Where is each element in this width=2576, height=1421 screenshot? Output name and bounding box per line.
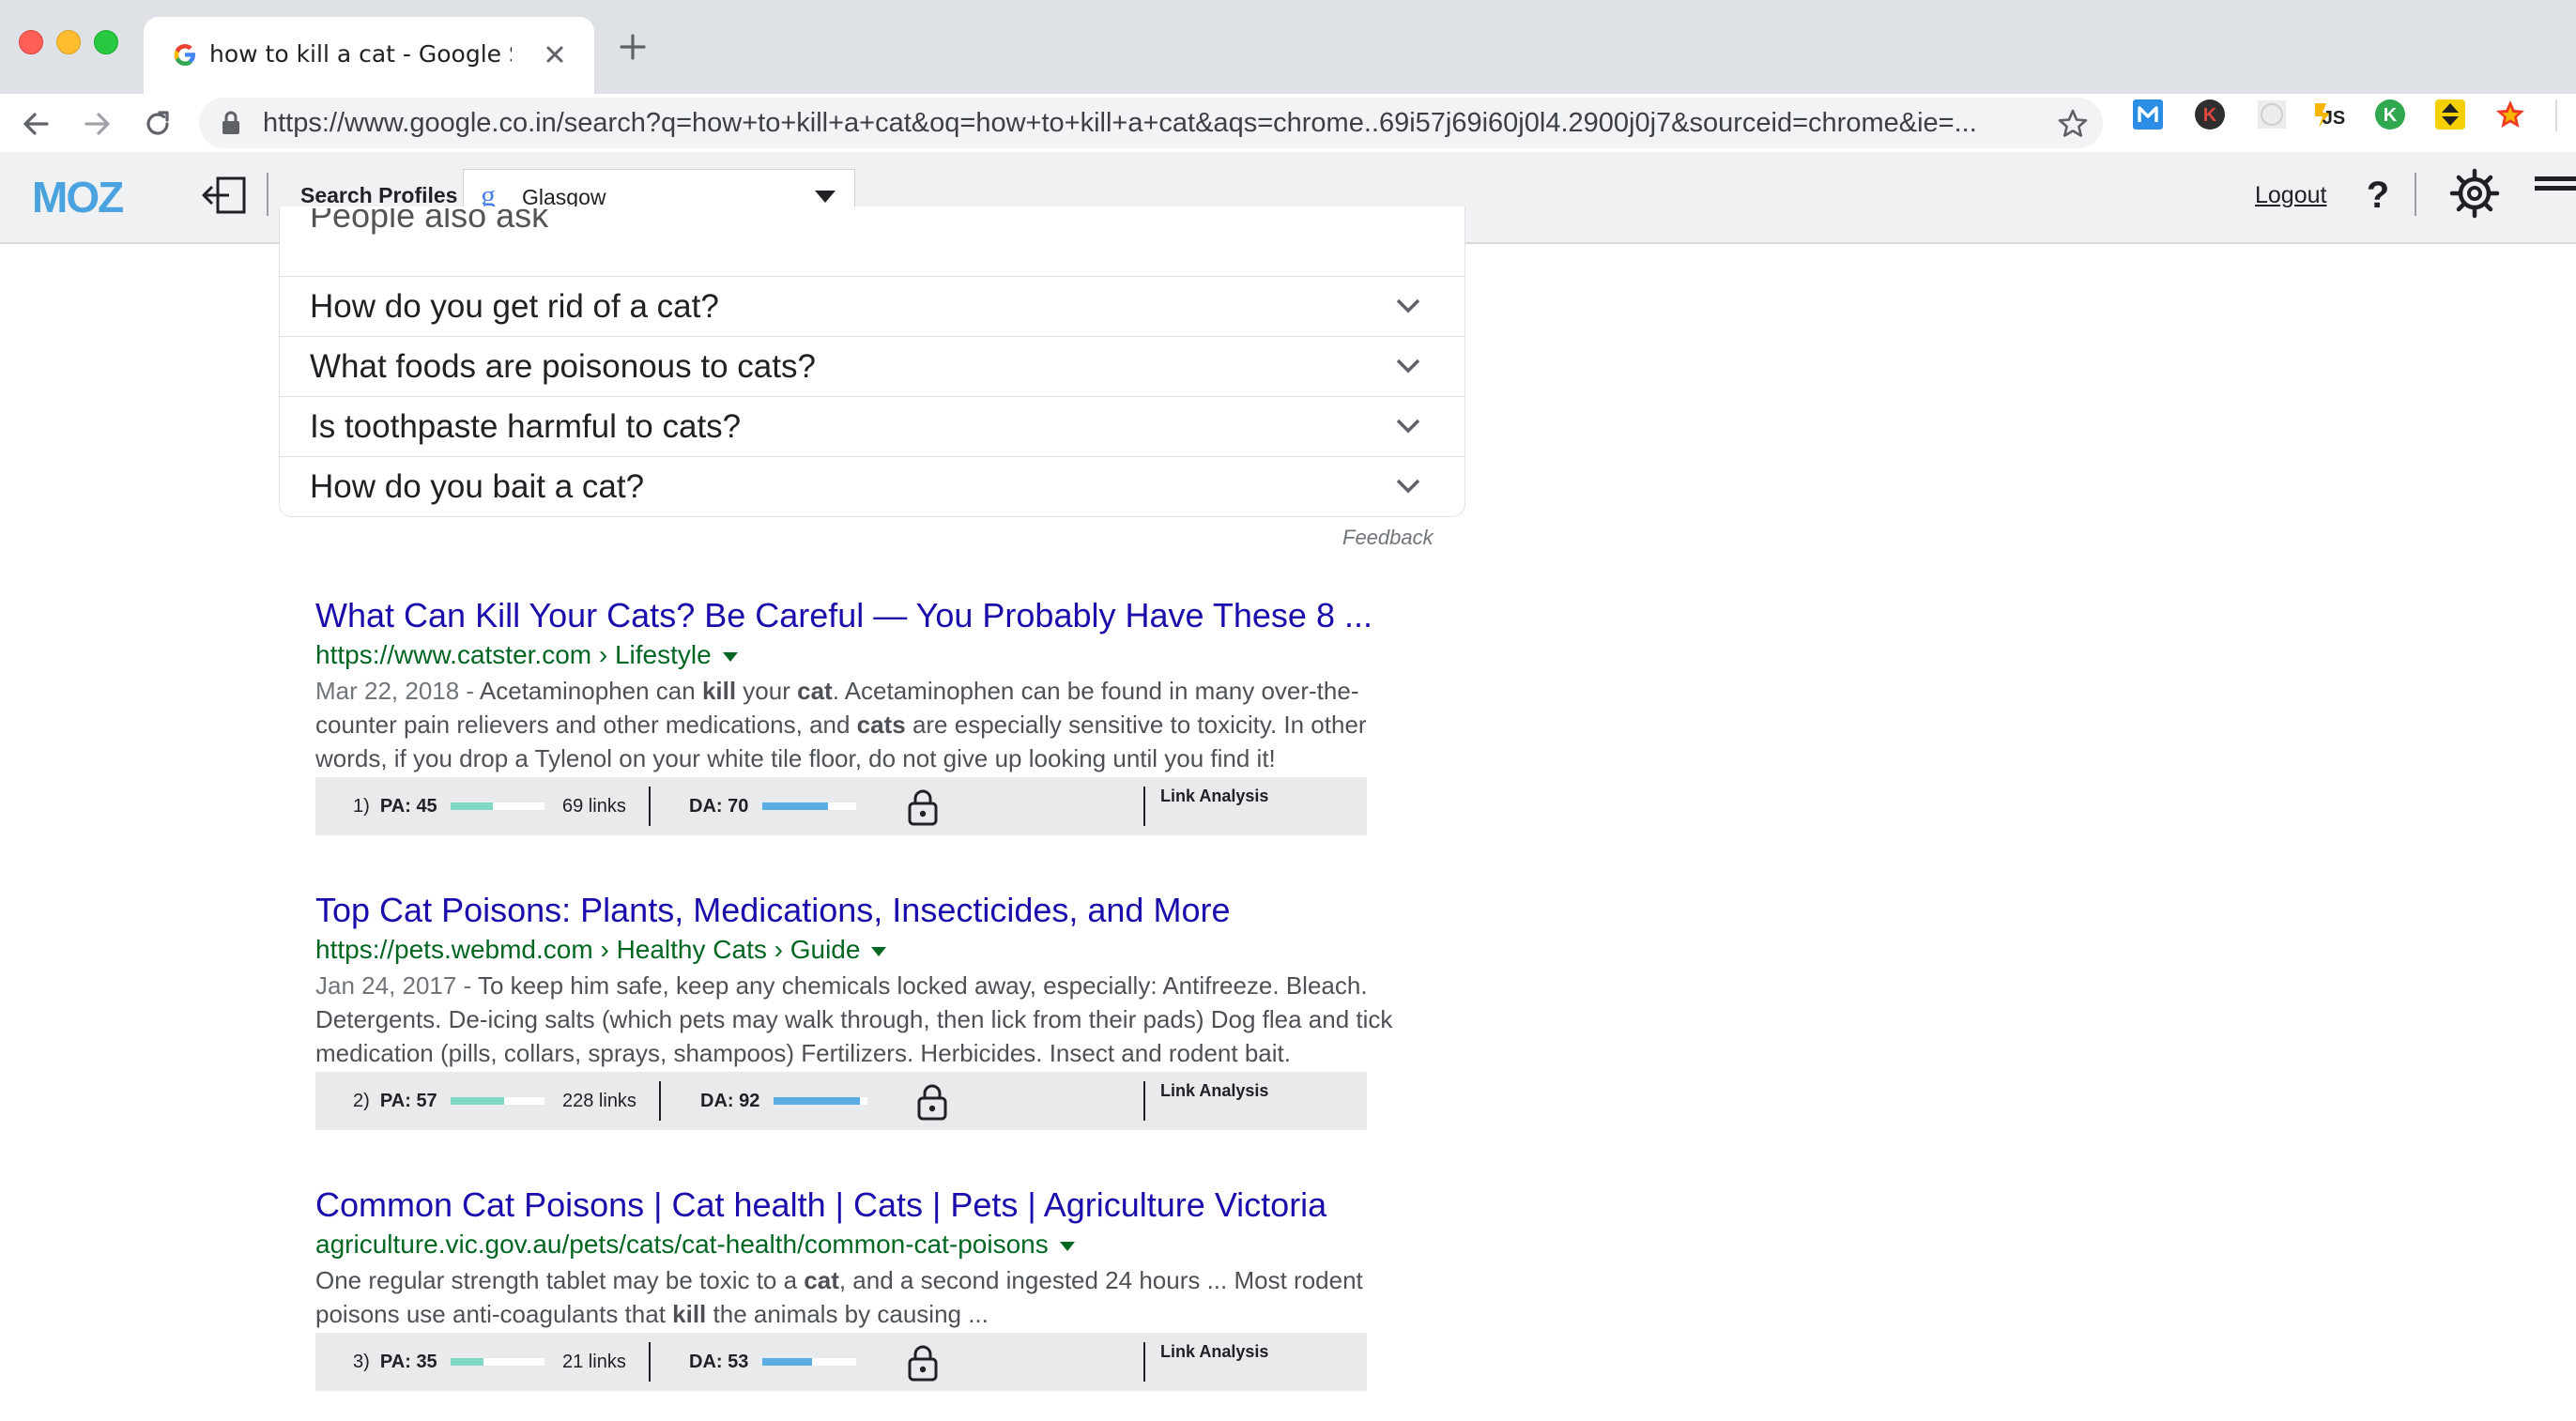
- toolbar-divider: [2555, 99, 2557, 131]
- paa-question: What foods are poisonous to cats?: [310, 348, 816, 385]
- divider: [649, 1342, 651, 1382]
- browser-tab[interactable]: how to kill a cat - Google Search: [144, 17, 594, 94]
- moz-metrics-bar: 3) PA: 35 21 links DA: 53 Link Analysis: [315, 1333, 1367, 1391]
- grid-extension-icon[interactable]: [2255, 98, 2289, 131]
- da-bar: [774, 1097, 867, 1105]
- divider: [1143, 787, 1145, 826]
- link-analysis-button[interactable]: Link Analysis: [1160, 787, 1273, 805]
- window-minimize-button[interactable]: [56, 30, 81, 54]
- paa-question: How do you bait a cat?: [310, 468, 645, 505]
- green-k-extension-icon[interactable]: K: [2373, 98, 2407, 131]
- url-text[interactable]: https://www.google.co.in/search?q=how+to…: [263, 98, 2047, 148]
- result-url[interactable]: agriculture.vic.gov.au/pets/cats/cat-hea…: [315, 1228, 1075, 1261]
- browser-toolbar: https://www.google.co.in/search?q=how+to…: [0, 94, 2576, 153]
- chevron-down-icon: [1396, 359, 1420, 374]
- caret-down-icon[interactable]: [722, 651, 738, 662]
- divider: [659, 1081, 661, 1121]
- logout-link[interactable]: Logout: [2255, 176, 2326, 214]
- pa-bar: [451, 1097, 544, 1105]
- pa-bar: [451, 1358, 544, 1366]
- moz-metrics-bar: 1) PA: 45 69 links DA: 70 Link Analysis: [315, 777, 1367, 835]
- link-analysis-button[interactable]: Link Analysis: [1160, 1342, 1273, 1361]
- menu-icon[interactable]: [2535, 176, 2576, 205]
- result-snippet: Jan 24, 2017 - To keep him safe, keep an…: [315, 969, 1423, 1070]
- moz-logo: MOZ: [32, 173, 125, 220]
- divider: [1143, 1081, 1145, 1121]
- bookmark-star-icon[interactable]: [2056, 107, 2090, 141]
- da-bar: [762, 1358, 856, 1366]
- chevron-down-icon: [1396, 479, 1420, 494]
- lock-icon: [222, 111, 239, 134]
- link-analysis-button[interactable]: Link Analysis: [1160, 1081, 1273, 1100]
- lock-icon[interactable]: [907, 788, 939, 826]
- paa-question-row[interactable]: Is toothpaste harmful to cats?: [280, 396, 1464, 456]
- k-extension-icon[interactable]: K: [2193, 98, 2227, 131]
- result-url[interactable]: https://pets.webmd.com › Healthy Cats › …: [315, 933, 887, 967]
- people-also-ask-heading: People also ask: [310, 208, 549, 235]
- paa-question-row[interactable]: How do you bait a cat?: [280, 456, 1464, 516]
- svg-text:JS: JS: [2323, 108, 2345, 129]
- window-close-button[interactable]: [19, 30, 43, 54]
- tab-title: how to kill a cat - Google Search: [209, 40, 512, 68]
- links-count[interactable]: 69 links: [562, 777, 626, 835]
- moz-metrics-bar: 2) PA: 57 228 links DA: 92 Link Analysis: [315, 1072, 1367, 1130]
- back-arrow-icon[interactable]: [19, 107, 53, 141]
- svg-text:K: K: [2384, 105, 2398, 126]
- paa-question: How do you get rid of a cat?: [310, 288, 719, 325]
- lock-icon[interactable]: [907, 1344, 939, 1382]
- pa-bar: [451, 802, 544, 810]
- caret-down-icon[interactable]: [1059, 1241, 1075, 1251]
- result-title-link[interactable]: What Can Kill Your Cats? Be Careful — Yo…: [315, 595, 1372, 636]
- result-title-link[interactable]: Common Cat Poisons | Cat health | Cats |…: [315, 1184, 1326, 1226]
- star-extension-icon[interactable]: [2493, 98, 2527, 131]
- da-bar: [762, 802, 856, 810]
- links-count[interactable]: 228 links: [562, 1072, 636, 1130]
- divider: [2415, 173, 2416, 216]
- tab-strip: how to kill a cat - Google Search: [0, 0, 2576, 94]
- result-rank: 3) PA: 35: [353, 1352, 437, 1372]
- paa-question-row[interactable]: What foods are poisonous to cats?: [280, 336, 1464, 396]
- reload-icon[interactable]: [141, 107, 175, 141]
- svg-text:K: K: [2203, 105, 2217, 126]
- da-label: DA: 70: [689, 796, 749, 817]
- paa-question-row[interactable]: How do you get rid of a cat?: [280, 276, 1464, 336]
- sort-arrows-extension-icon[interactable]: [2433, 98, 2467, 131]
- help-button[interactable]: ?: [2364, 173, 2392, 218]
- result-snippet: Mar 22, 2018 - Acetaminophen can kill yo…: [315, 674, 1404, 775]
- caret-down-icon[interactable]: [871, 946, 887, 956]
- moz-extension-icon[interactable]: [2131, 98, 2165, 131]
- snippet-text: One regular strength tablet may be toxic…: [315, 1266, 1363, 1328]
- lock-icon[interactable]: [916, 1083, 948, 1121]
- address-bar[interactable]: https://www.google.co.in/search?q=how+to…: [199, 98, 2103, 148]
- chevron-down-icon: [1396, 298, 1420, 313]
- exit-icon[interactable]: [201, 171, 250, 220]
- result-snippet: One regular strength tablet may be toxic…: [315, 1263, 1404, 1331]
- chevron-down-icon: [815, 191, 836, 203]
- divider: [1143, 1342, 1145, 1382]
- result-url[interactable]: https://www.catster.com › Lifestyle: [315, 638, 738, 672]
- new-tab-icon[interactable]: [616, 30, 650, 64]
- result-rank: 2) PA: 57: [353, 1091, 437, 1111]
- result-title-link[interactable]: Top Cat Poisons: Plants, Medications, In…: [315, 890, 1230, 931]
- chevron-down-icon: [1396, 419, 1420, 434]
- js-extension-icon[interactable]: JS: [2311, 98, 2345, 131]
- close-tab-icon[interactable]: [540, 39, 570, 69]
- result-rank: 1) PA: 45: [353, 796, 437, 817]
- window-maximize-button[interactable]: [94, 30, 118, 54]
- da-label: DA: 53: [689, 1352, 749, 1372]
- forward-arrow-icon[interactable]: [81, 107, 115, 141]
- da-label: DA: 92: [700, 1091, 760, 1111]
- links-count[interactable]: 21 links: [562, 1333, 626, 1391]
- divider: [649, 787, 651, 826]
- result-date: Jan 24, 2017 -: [315, 971, 478, 1000]
- result-date: Mar 22, 2018 -: [315, 677, 480, 705]
- svg-text:MOZ: MOZ: [32, 173, 123, 220]
- google-favicon-icon: [174, 44, 195, 66]
- paa-question: Is toothpaste harmful to cats?: [310, 408, 742, 445]
- snippet-text: To keep him safe, keep any chemicals loc…: [315, 971, 1393, 1067]
- feedback-link[interactable]: Feedback: [1342, 524, 1434, 552]
- gear-icon[interactable]: [2448, 167, 2501, 220]
- divider: [267, 173, 268, 216]
